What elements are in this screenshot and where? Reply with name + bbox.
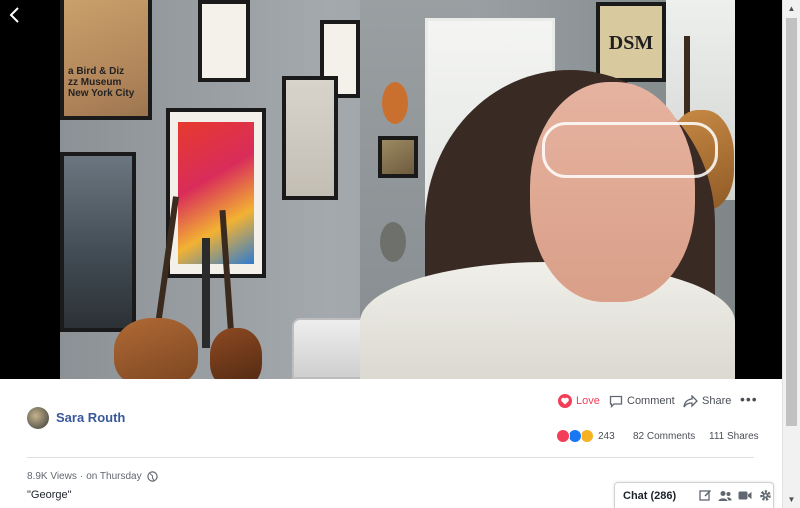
dsm-text: DSM bbox=[608, 32, 654, 54]
meta-separator: · bbox=[79, 471, 84, 482]
page-name-link[interactable]: Sara Routh bbox=[56, 410, 125, 425]
facebook-live-video-page: a Bird & Diz zz Museum New York City DSM bbox=[0, 0, 800, 508]
globe-icon bbox=[146, 471, 158, 482]
heart-icon bbox=[558, 394, 572, 408]
scroll-down-arrow-icon[interactable]: ▼ bbox=[783, 491, 800, 508]
reaction-count: 243 bbox=[598, 430, 615, 442]
guitar-neck bbox=[202, 238, 210, 348]
chevron-left-icon[interactable] bbox=[8, 6, 24, 26]
reactions-summary[interactable]: 243 bbox=[556, 429, 615, 443]
performer-jacket bbox=[360, 262, 735, 379]
framed-photo bbox=[198, 0, 250, 82]
avatar[interactable] bbox=[27, 407, 49, 429]
gear-icon[interactable] bbox=[757, 488, 773, 504]
share-button[interactable]: Share bbox=[683, 393, 731, 409]
framed-photo-small bbox=[378, 136, 418, 178]
love-button[interactable]: Love bbox=[558, 393, 600, 409]
shares-count-link[interactable]: 111 Shares bbox=[709, 431, 759, 442]
chat-bar[interactable]: Chat (286) bbox=[614, 482, 774, 508]
page-scrollbar[interactable]: ▲ ▼ bbox=[782, 0, 800, 508]
performer-face bbox=[530, 82, 695, 302]
framed-photo bbox=[282, 76, 338, 200]
comment-button[interactable]: Comment bbox=[609, 393, 675, 409]
acoustic-guitar bbox=[114, 318, 198, 379]
scroll-thumb[interactable] bbox=[786, 18, 797, 426]
post-meta: 8.9K Views · on Thursday bbox=[27, 471, 158, 482]
performer-glasses bbox=[542, 122, 718, 178]
love-reaction-icon bbox=[556, 429, 570, 443]
scroll-up-arrow-icon[interactable]: ▲ bbox=[783, 0, 800, 17]
framed-dsm-poster: DSM bbox=[596, 2, 666, 82]
more-options-icon[interactable]: ••• bbox=[740, 391, 758, 407]
share-label: Share bbox=[702, 395, 732, 407]
poster-line-2: zz Museum bbox=[68, 77, 122, 88]
framed-colorful-poster bbox=[166, 108, 266, 278]
framed-photo-large bbox=[60, 152, 136, 332]
chat-label[interactable]: Chat (286) bbox=[623, 490, 693, 502]
people-icon[interactable] bbox=[717, 488, 733, 504]
poster-line-3: New York City bbox=[68, 88, 135, 99]
like-reaction-icon bbox=[568, 429, 582, 443]
ukulele bbox=[382, 82, 408, 124]
video-frame[interactable]: a Bird & Diz zz Museum New York City DSM bbox=[60, 0, 735, 379]
post-caption: "George" bbox=[27, 489, 72, 501]
care-reaction-icon bbox=[580, 429, 594, 443]
video-player[interactable]: a Bird & Diz zz Museum New York City DSM bbox=[0, 0, 782, 379]
framed-concert-poster: a Bird & Diz zz Museum New York City bbox=[60, 0, 152, 120]
video-call-icon[interactable] bbox=[737, 488, 753, 504]
ukulele bbox=[380, 222, 406, 262]
divider bbox=[27, 457, 754, 458]
love-label: Love bbox=[576, 395, 600, 407]
poster-line-1: a Bird & Diz bbox=[68, 66, 125, 77]
electric-guitar bbox=[210, 328, 262, 379]
views-count: 8.9K Views bbox=[27, 471, 77, 482]
compose-icon[interactable] bbox=[697, 488, 713, 504]
comment-icon bbox=[609, 395, 623, 408]
comment-label: Comment bbox=[627, 395, 675, 407]
comments-count-link[interactable]: 82 Comments bbox=[633, 431, 695, 442]
share-icon bbox=[683, 394, 698, 408]
posted-time[interactable]: on Thursday bbox=[86, 471, 141, 482]
